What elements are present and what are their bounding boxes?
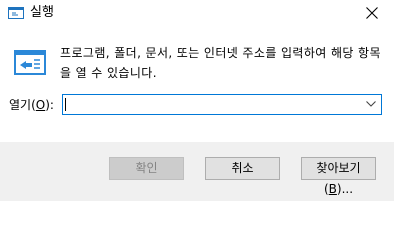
run-icon (14, 47, 46, 79)
close-button[interactable] (350, 0, 394, 26)
close-icon (366, 7, 378, 19)
run-app-icon (8, 6, 24, 20)
description-text: 프로그램, 폴더, 문서, 또는 인터넷 주소를 입력하여 해당 항목을 열 수… (60, 46, 381, 80)
open-label-access-key: O (35, 98, 46, 112)
title-bar: 실행 (0, 0, 394, 26)
open-combobox[interactable] (62, 94, 382, 115)
browse-label-suffix: )... (336, 182, 354, 196)
run-dialog: 실행 프로그램, 폴더, 문서, 또는 인터넷 주소를 입력하여 해당 항목을 … (0, 0, 394, 201)
button-bar: 확인 취소 찾아보기(B)... (0, 142, 394, 201)
open-label: 열기(O): (9, 97, 54, 113)
ok-button[interactable]: 확인 (109, 157, 184, 180)
text-caret (65, 98, 66, 111)
browse-button[interactable]: 찾아보기(B)... (301, 157, 376, 196)
chevron-down-icon (366, 101, 376, 107)
open-input[interactable] (63, 95, 359, 114)
window-title: 실행 (30, 5, 54, 20)
open-dropdown-button[interactable] (361, 95, 381, 114)
browse-label-access-key: B (328, 182, 337, 196)
open-label-prefix: 열기( (9, 98, 36, 112)
cancel-button[interactable]: 취소 (205, 157, 280, 180)
open-label-suffix: ): (45, 98, 54, 112)
